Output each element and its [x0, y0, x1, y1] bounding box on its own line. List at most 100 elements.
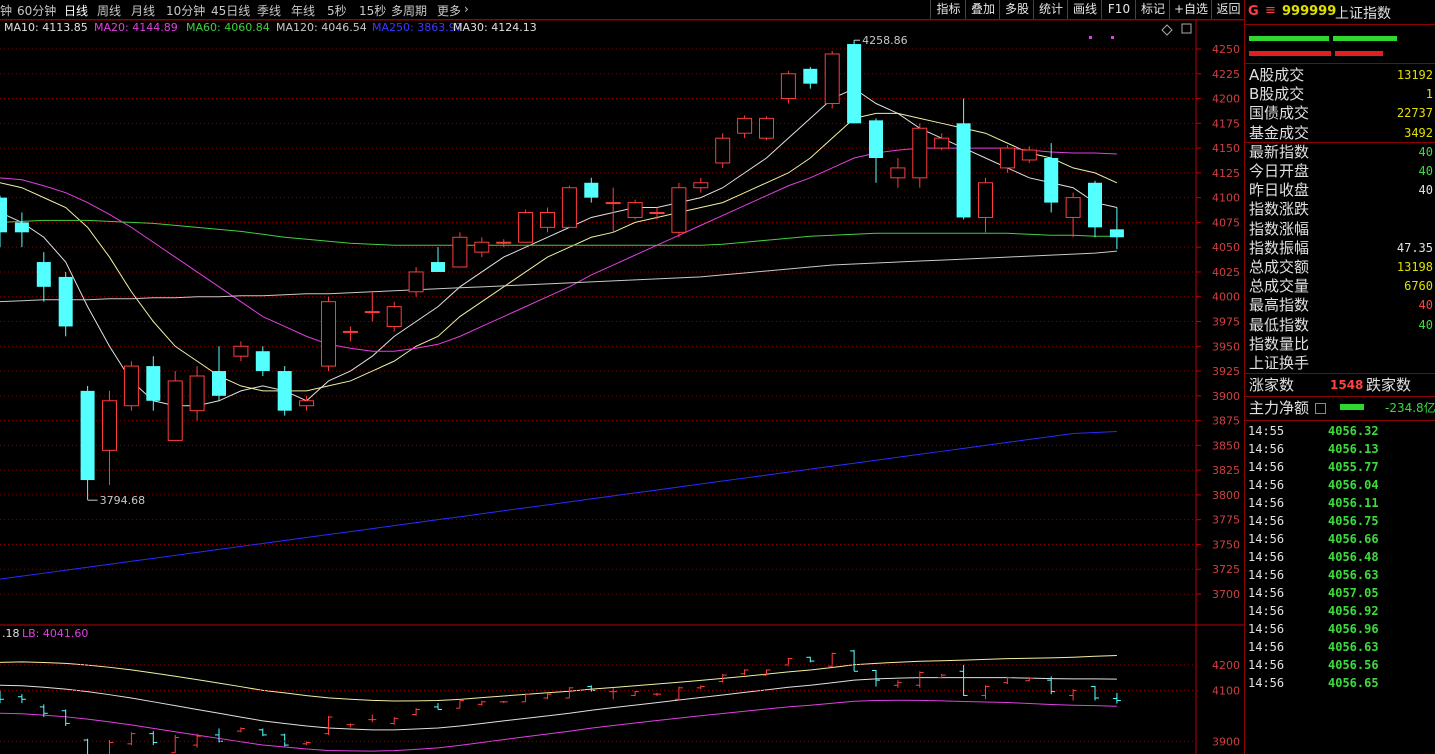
tick-time: 14:56 — [1248, 604, 1285, 618]
stat-value: 40 — [1418, 317, 1433, 332]
stat-row: B股成交 1 — [1245, 85, 1435, 104]
price-axis-label: 4025 — [1212, 266, 1240, 279]
candle-body — [780, 73, 796, 100]
candle-body — [978, 182, 993, 218]
stat-row: 今日开盘 40 — [1245, 162, 1435, 181]
sell-strength-bar — [1249, 51, 1331, 56]
price-axis-label: 3825 — [1212, 464, 1240, 477]
tick-price: 4056.04 — [1328, 478, 1379, 492]
tick-price: 4056.32 — [1328, 424, 1379, 438]
tick-row: 14:56 4056.75 — [1245, 512, 1435, 530]
tick-time: 14:56 — [1248, 442, 1285, 456]
candle-body — [102, 400, 117, 451]
candle-body — [1065, 197, 1081, 218]
diamond-icon[interactable] — [1161, 24, 1173, 36]
tick-time: 14:56 — [1248, 640, 1285, 654]
candle-body — [627, 202, 643, 218]
price-axis-label: 4200 — [1212, 93, 1240, 106]
stat-value: 3492 — [1404, 125, 1433, 140]
candle-body — [934, 137, 950, 149]
boll-upper-line — [0, 655, 1117, 702]
candle-body — [869, 120, 883, 158]
tick-price: 4056.48 — [1328, 550, 1379, 564]
divider — [1245, 373, 1435, 374]
price-axis-label: 4000 — [1212, 291, 1240, 304]
tick-time: 14:56 — [1248, 586, 1285, 600]
tick-price: 4056.66 — [1328, 532, 1379, 546]
tick-time: 14:56 — [1248, 496, 1285, 510]
menu-icon[interactable]: ≡ — [1265, 3, 1276, 18]
tick-time: 14:56 — [1248, 478, 1285, 492]
candle-body — [474, 241, 490, 253]
net-flow-bar — [1340, 404, 1364, 410]
net-flow-row: 主力净额 -234.8亿 — [1245, 399, 1435, 418]
candle-body — [518, 212, 534, 243]
price-axis-label: 3750 — [1212, 538, 1240, 551]
up-count-label: 涨家数 — [1249, 376, 1295, 394]
candle-body — [364, 311, 380, 314]
price-axis-label: 3800 — [1212, 489, 1240, 502]
stat-row: 最新指数 40 — [1245, 143, 1435, 162]
stat-value: 13192 — [1396, 68, 1433, 82]
sub-legend-prefix: .18 — [2, 627, 20, 640]
ma-line-ma120 — [0, 250, 1117, 303]
candle-body — [912, 127, 928, 179]
stock-header: G ≡ 999999 上证指数 — [1245, 0, 1435, 25]
candle-body — [36, 262, 51, 287]
panel-toggle-icon[interactable] — [1181, 23, 1192, 34]
candle-body — [80, 390, 95, 481]
tick-row: 14:56 4056.66 — [1245, 530, 1435, 548]
candle-body — [1021, 149, 1037, 161]
price-axis-label: 4250 — [1212, 43, 1240, 56]
kline-chart[interactable]: .18 LB: 4041.60 4200 4100 3900 4250 4225 4200 4… — [0, 0, 1244, 754]
stat-row: 指数涨幅 — [1245, 220, 1435, 239]
divider — [1245, 420, 1435, 421]
stat-value: 22737 — [1396, 106, 1433, 121]
tick-price: 4056.11 — [1328, 496, 1379, 510]
stat-label: 国债成交 — [1249, 104, 1310, 123]
tick-price: 4056.92 — [1328, 604, 1379, 618]
candle-body — [649, 212, 665, 214]
candle-body — [342, 330, 358, 333]
tick-row: 14:56 4056.65 — [1245, 674, 1435, 692]
price-axis-label: 3875 — [1212, 415, 1240, 428]
stat-value: 40 — [1418, 144, 1433, 159]
tick-row: 14:56 4056.63 — [1245, 638, 1435, 656]
candle-body — [233, 345, 249, 357]
marker-dot — [1111, 36, 1114, 39]
candle-body — [759, 117, 774, 139]
price-axis-label: 4050 — [1212, 241, 1240, 254]
candle-body — [715, 137, 731, 164]
stat-label: 总成交额 — [1249, 258, 1310, 276]
tick-time: 14:56 — [1248, 460, 1285, 474]
tick-time: 14:56 — [1248, 532, 1285, 546]
tick-row: 14:56 4056.56 — [1245, 656, 1435, 674]
tick-price: 4056.56 — [1328, 658, 1379, 672]
stock-code: 999999 — [1282, 4, 1337, 19]
price-axis-label: 4175 — [1212, 117, 1240, 130]
tick-price: 4056.13 — [1328, 442, 1379, 456]
price-axis-label: 4150 — [1212, 142, 1240, 155]
candle-body — [299, 400, 315, 407]
price-axis-label: 3975 — [1212, 316, 1240, 329]
stat-label: 上证换手 — [1249, 354, 1310, 372]
sub-legend-lb: LB: 4041.60 — [22, 627, 88, 640]
sub-axis-label: 4200 — [1212, 659, 1240, 672]
price-axis-label: 3900 — [1212, 390, 1240, 403]
sell-strength-bar — [1335, 51, 1383, 56]
candle-body — [0, 197, 7, 233]
candle-body — [1109, 229, 1124, 238]
tick-time: 14:56 — [1248, 568, 1285, 582]
candle-body — [693, 182, 709, 189]
stat-row: 指数振幅 47.35 — [1245, 239, 1435, 258]
stat-label: 指数量比 — [1249, 334, 1310, 353]
tick-price: 4056.65 — [1328, 676, 1379, 690]
divider — [1245, 63, 1435, 64]
tick-time: 14:56 — [1248, 676, 1285, 690]
sub-axis-label: 3900 — [1212, 735, 1240, 748]
candle-body — [14, 222, 29, 233]
candle-body — [167, 380, 183, 441]
stat-row: 国债成交 22737 — [1245, 104, 1435, 123]
list-icon[interactable] — [1315, 403, 1326, 414]
stock-badge[interactable]: G — [1248, 4, 1259, 19]
